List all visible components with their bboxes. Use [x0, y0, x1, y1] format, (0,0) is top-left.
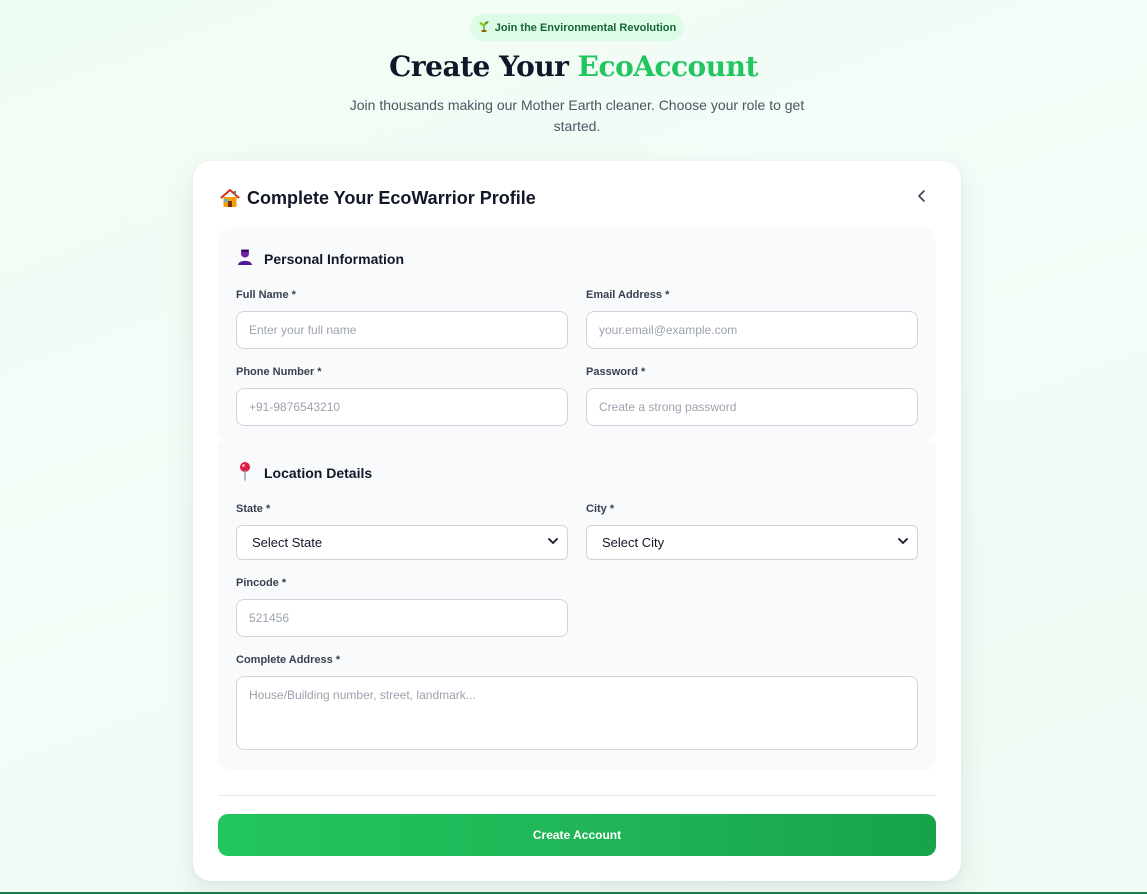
sprout-icon — [478, 20, 490, 35]
password-placeholder: Create a strong password — [599, 400, 737, 414]
pushpin-icon — [236, 461, 254, 486]
signup-card: Complete Your EcoWarrior Profile Persona… — [193, 161, 961, 881]
pincode-placeholder: 521456 — [249, 611, 290, 625]
pincode-field: Pincode * 521456 — [236, 577, 568, 637]
chevron-down-icon — [547, 535, 559, 550]
email-placeholder: your.email@example.com — [599, 323, 738, 337]
back-button[interactable] — [909, 185, 935, 211]
full-name-field: Full Name * Enter your full name — [236, 289, 568, 349]
chevron-down-icon — [897, 535, 909, 550]
personal-section-header: Personal Information — [236, 248, 404, 270]
full-name-input[interactable]: Enter your full name — [236, 311, 568, 349]
phone-input[interactable]: +91-9876543210 — [236, 388, 568, 426]
divider — [218, 795, 936, 796]
city-select-value: Select City — [602, 535, 665, 550]
chevron-left-icon — [916, 189, 928, 208]
page-title-prefix: Create Your — [389, 50, 578, 83]
email-input[interactable]: your.email@example.com — [586, 311, 918, 349]
city-field: City * Select City — [586, 503, 918, 560]
personal-information-section: Personal Information Full Name * Enter y… — [218, 228, 936, 442]
person-icon — [236, 248, 254, 271]
state-label: State * — [236, 503, 271, 515]
pincode-input[interactable]: 521456 — [236, 599, 568, 637]
address-textarea[interactable]: House/Building number, street, landmark.… — [236, 676, 918, 750]
phone-label: Phone Number * — [236, 366, 322, 378]
password-label: Password * — [586, 366, 646, 378]
revolution-badge: Join the Environmental Revolution — [470, 14, 684, 41]
password-field: Password * Create a strong password — [586, 366, 918, 426]
address-label: Complete Address * — [236, 654, 341, 666]
state-select-value: Select State — [252, 535, 323, 550]
email-field: Email Address * your.email@example.com — [586, 289, 918, 349]
location-section-title: Location Details — [264, 465, 373, 481]
location-section-header: Location Details — [236, 461, 373, 486]
email-label: Email Address * — [586, 289, 670, 301]
pincode-label: Pincode * — [236, 577, 287, 589]
full-name-label: Full Name * — [236, 289, 296, 301]
card-title: Complete Your EcoWarrior Profile — [219, 188, 536, 209]
page-title: Create Your EcoAccount — [0, 50, 1147, 83]
personal-section-title: Personal Information — [264, 251, 405, 267]
create-account-button[interactable]: Create Account — [218, 814, 936, 856]
location-details-section: Location Details State * Select State Ci… — [218, 442, 936, 770]
card-header: Complete Your EcoWarrior Profile — [219, 185, 935, 211]
card-title-text: Complete Your EcoWarrior Profile — [247, 187, 536, 208]
address-placeholder: House/Building number, street, landmark.… — [249, 688, 476, 702]
full-name-placeholder: Enter your full name — [249, 323, 357, 337]
state-field: State * Select State — [236, 503, 568, 560]
page-title-accent: EcoAccount — [577, 50, 759, 83]
badge-text: Join the Environmental Revolution — [494, 21, 677, 34]
password-input[interactable]: Create a strong password — [586, 388, 918, 426]
address-field: Complete Address * House/Building number… — [236, 654, 918, 750]
city-select[interactable]: Select City — [586, 525, 918, 560]
phone-placeholder: +91-9876543210 — [249, 400, 341, 414]
page-subtitle: Join thousands making our Mother Earth c… — [349, 97, 805, 134]
house-icon — [219, 188, 241, 208]
state-select[interactable]: Select State — [236, 525, 568, 560]
city-label: City * — [586, 503, 615, 515]
phone-field: Phone Number * +91-9876543210 — [236, 366, 568, 426]
